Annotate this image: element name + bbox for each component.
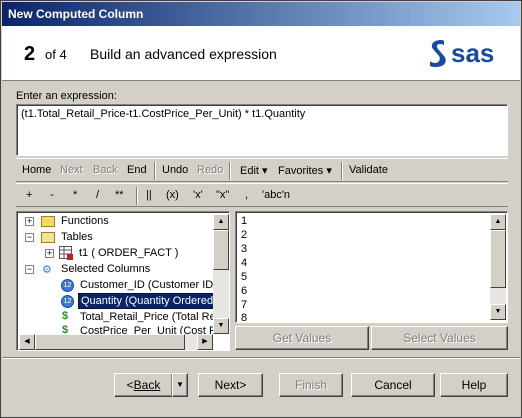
tree-item-selected-columns[interactable]: − ⚙ Selected Columns bbox=[17, 261, 213, 277]
expand-icon[interactable]: + bbox=[45, 249, 54, 258]
redo-button[interactable]: Redo bbox=[197, 164, 223, 176]
multiply-operator-button[interactable]: * bbox=[73, 189, 77, 201]
currency-column-icon: $ bbox=[62, 310, 69, 322]
expression-tree: + Functions − Tables + t1 ( ORDER_FACT )… bbox=[16, 211, 230, 351]
scroll-thumb[interactable] bbox=[213, 230, 229, 270]
select-values-button[interactable]: Select Values bbox=[371, 326, 508, 350]
concat-operator-button[interactable]: || bbox=[146, 189, 152, 201]
sas-logo: sas bbox=[427, 36, 517, 70]
collapse-icon[interactable]: − bbox=[25, 233, 34, 242]
divide-operator-button[interactable]: / bbox=[96, 189, 99, 201]
name-literal-button[interactable]: 'abc'n bbox=[262, 189, 290, 201]
finish-button[interactable]: Finish bbox=[279, 373, 343, 397]
operators-toolbar: + - * / ** || (x) 'x' "x" , 'abc'n bbox=[16, 183, 508, 207]
folder-icon bbox=[41, 216, 55, 227]
scroll-left-icon[interactable]: ◀ bbox=[19, 334, 35, 350]
end-button[interactable]: End bbox=[127, 164, 147, 176]
get-values-button[interactable]: Get Values bbox=[235, 326, 369, 350]
wizard-header: 2 of 4 Build an advanced expression sas bbox=[2, 26, 520, 81]
validate-button[interactable]: Validate bbox=[349, 164, 388, 176]
dropdown-arrow-icon: ▾ bbox=[326, 165, 332, 177]
power-operator-button[interactable]: ** bbox=[115, 189, 124, 201]
toolbar-separator bbox=[154, 162, 156, 180]
scroll-down-icon[interactable]: ▼ bbox=[490, 304, 506, 320]
tree-item-functions[interactable]: + Functions bbox=[17, 213, 213, 229]
scroll-up-icon[interactable]: ▲ bbox=[490, 214, 506, 230]
home-button[interactable]: Home bbox=[22, 164, 51, 176]
toolbar-separator bbox=[229, 162, 231, 180]
list-item[interactable]: 2 bbox=[241, 228, 247, 242]
expression-input[interactable]: (t1.Total_Retail_Price-t1.CostPrice_Per_… bbox=[16, 104, 508, 156]
expand-icon[interactable]: + bbox=[25, 217, 34, 226]
dropdown-arrow-icon: ▾ bbox=[262, 165, 268, 177]
tree-item-table-t1[interactable]: + t1 ( ORDER_FACT ) bbox=[17, 245, 213, 261]
list-item[interactable]: 1 bbox=[241, 214, 247, 228]
footer-separator bbox=[2, 357, 520, 359]
list-item[interactable]: 8 bbox=[241, 311, 247, 322]
step-total: of 4 bbox=[45, 47, 67, 62]
back-dropdown-icon[interactable]: ▼ bbox=[172, 373, 188, 397]
list-item[interactable]: 3 bbox=[241, 242, 247, 256]
table-icon bbox=[59, 246, 73, 260]
tree-item-column[interactable]: 12 Customer_ID (Customer ID) bbox=[17, 277, 217, 293]
next-button[interactable]: Next> bbox=[198, 373, 263, 397]
columns-icon: ⚙ bbox=[42, 264, 52, 276]
cancel-button[interactable]: Cancel bbox=[351, 373, 435, 397]
help-button[interactable]: Help bbox=[440, 373, 508, 397]
list-item[interactable]: 7 bbox=[241, 298, 247, 312]
navigation-toolbar: Home Next Back End Undo Redo Edit ▾ Favo… bbox=[16, 158, 508, 182]
scroll-down-icon[interactable]: ▼ bbox=[213, 318, 229, 334]
back-button[interactable]: <Back bbox=[114, 373, 173, 397]
open-folder-icon bbox=[41, 232, 55, 243]
list-item[interactable]: 4 bbox=[241, 256, 247, 270]
favorites-menu[interactable]: Favorites ▾ bbox=[278, 164, 332, 177]
numeric-column-icon: 12 bbox=[61, 295, 74, 308]
dialog-window: New Computed Column 2 of 4 Build an adva… bbox=[0, 0, 522, 418]
list-vertical-scrollbar[interactable]: ▲ ▼ bbox=[490, 214, 506, 320]
scroll-thumb[interactable] bbox=[490, 230, 506, 288]
scroll-up-icon[interactable]: ▲ bbox=[213, 214, 229, 230]
tree-item-tables[interactable]: − Tables bbox=[17, 229, 213, 245]
scroll-right-icon[interactable]: ▶ bbox=[197, 334, 213, 350]
back-nav-button[interactable]: Back bbox=[93, 164, 117, 176]
toolbar-separator bbox=[136, 187, 138, 205]
tree-horizontal-scrollbar[interactable]: ◀ ▶ bbox=[19, 334, 213, 350]
values-list: 1 2 3 4 5 6 7 8 ▲ ▼ bbox=[235, 211, 508, 323]
toolbar-separator bbox=[341, 162, 343, 180]
list-item[interactable]: 5 bbox=[241, 270, 247, 284]
next-nav-button[interactable]: Next bbox=[60, 164, 83, 176]
collapse-icon[interactable]: − bbox=[25, 265, 34, 274]
scroll-thumb[interactable] bbox=[35, 334, 185, 350]
expression-label: Enter an expression: bbox=[16, 90, 117, 102]
tree-vertical-scrollbar[interactable]: ▲ ▼ bbox=[213, 214, 229, 334]
numeric-column-icon: 12 bbox=[61, 279, 74, 292]
comma-button[interactable]: , bbox=[245, 189, 248, 201]
single-quote-button[interactable]: 'x' bbox=[193, 189, 203, 201]
list-item[interactable]: 6 bbox=[241, 284, 247, 298]
step-title: Build an advanced expression bbox=[90, 46, 277, 62]
step-number: 2 bbox=[24, 43, 36, 65]
edit-menu[interactable]: Edit ▾ bbox=[240, 164, 268, 177]
double-quote-button[interactable]: "x" bbox=[216, 189, 229, 201]
undo-button[interactable]: Undo bbox=[162, 164, 188, 176]
tree-item-column[interactable]: 12 Quantity (Quantity Ordered) bbox=[17, 293, 220, 309]
parens-operator-button[interactable]: (x) bbox=[166, 189, 179, 201]
minus-operator-button[interactable]: - bbox=[50, 189, 54, 201]
window-title: New Computed Column bbox=[2, 2, 520, 26]
sas-logo-text: sas bbox=[451, 38, 494, 68]
plus-operator-button[interactable]: + bbox=[26, 189, 32, 201]
